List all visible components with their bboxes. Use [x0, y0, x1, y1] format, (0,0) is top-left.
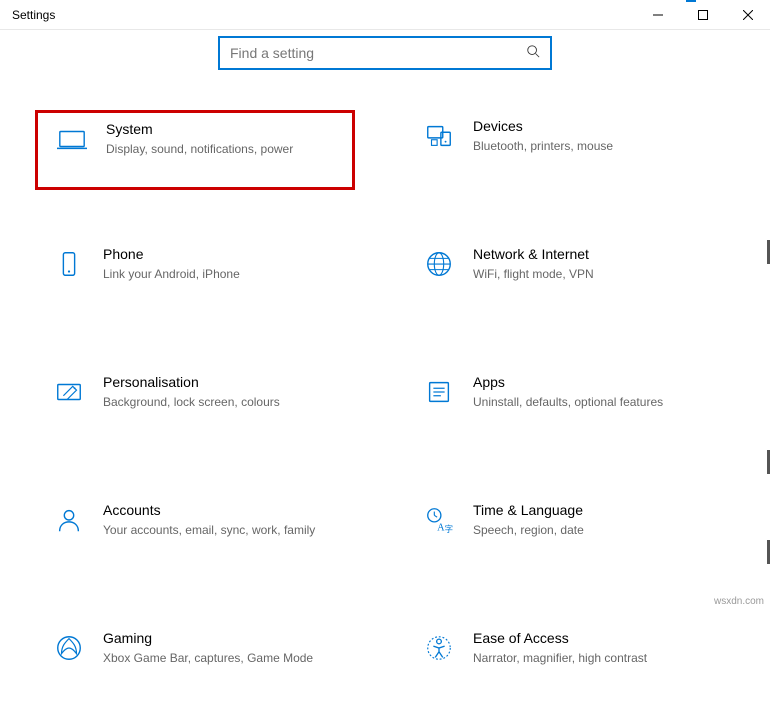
card-title: Phone — [103, 246, 345, 262]
card-desc: Background, lock screen, colours — [103, 394, 345, 411]
gaming-icon — [53, 632, 85, 664]
card-text: Gaming Xbox Game Bar, captures, Game Mod… — [103, 630, 345, 667]
card-text: Personalisation Background, lock screen,… — [103, 374, 345, 411]
card-phone[interactable]: Phone Link your Android, iPhone — [35, 238, 355, 318]
card-text: Phone Link your Android, iPhone — [103, 246, 345, 283]
accent-strip — [686, 0, 696, 2]
card-desc: Your accounts, email, sync, work, family — [103, 522, 345, 539]
globe-icon — [423, 248, 455, 280]
card-title: Time & Language — [473, 502, 715, 518]
search-container — [20, 36, 750, 70]
card-title: Network & Internet — [473, 246, 715, 262]
search-input[interactable] — [230, 45, 526, 61]
ease-of-access-icon — [423, 632, 455, 664]
maximize-icon — [698, 10, 708, 20]
card-gaming[interactable]: Gaming Xbox Game Bar, captures, Game Mod… — [35, 622, 355, 702]
card-title: Apps — [473, 374, 715, 390]
card-title: Devices — [473, 118, 715, 134]
card-desc: Xbox Game Bar, captures, Game Mode — [103, 650, 345, 667]
card-title: Gaming — [103, 630, 345, 646]
card-title: Accounts — [103, 502, 345, 518]
settings-grid: System Display, sound, notifications, po… — [35, 110, 735, 702]
card-title: System — [106, 121, 342, 137]
time-language-icon: A字 — [423, 504, 455, 536]
card-title: Ease of Access — [473, 630, 715, 646]
card-network[interactable]: Network & Internet WiFi, flight mode, VP… — [405, 238, 725, 318]
apps-icon — [423, 376, 455, 408]
card-text: Apps Uninstall, defaults, optional featu… — [473, 374, 715, 411]
search-box[interactable] — [218, 36, 552, 70]
accounts-icon — [53, 504, 85, 536]
card-ease-of-access[interactable]: Ease of Access Narrator, magnifier, high… — [405, 622, 725, 702]
maximize-button[interactable] — [680, 0, 725, 30]
card-desc: Narrator, magnifier, high contrast — [473, 650, 715, 667]
card-time-language[interactable]: A字 Time & Language Speech, region, date — [405, 494, 725, 574]
paintbrush-icon — [53, 376, 85, 408]
search-icon — [526, 44, 540, 63]
card-desc: Display, sound, notifications, power — [106, 141, 342, 158]
minimize-button[interactable] — [635, 0, 680, 30]
card-accounts[interactable]: Accounts Your accounts, email, sync, wor… — [35, 494, 355, 574]
content-area: System Display, sound, notifications, po… — [0, 36, 770, 702]
card-text: Ease of Access Narrator, magnifier, high… — [473, 630, 715, 667]
card-system[interactable]: System Display, sound, notifications, po… — [35, 110, 355, 190]
card-desc: Speech, region, date — [473, 522, 715, 539]
phone-icon — [53, 248, 85, 280]
devices-icon — [423, 120, 455, 152]
card-personalisation[interactable]: Personalisation Background, lock screen,… — [35, 366, 355, 446]
card-devices[interactable]: Devices Bluetooth, printers, mouse — [405, 110, 725, 190]
close-button[interactable] — [725, 0, 770, 30]
card-text: Accounts Your accounts, email, sync, wor… — [103, 502, 345, 539]
card-desc: Bluetooth, printers, mouse — [473, 138, 715, 155]
card-title: Personalisation — [103, 374, 345, 390]
window-controls — [635, 0, 770, 29]
minimize-icon — [653, 10, 663, 20]
watermark: wsxdn.com — [714, 596, 764, 607]
card-desc: Link your Android, iPhone — [103, 266, 345, 283]
card-apps[interactable]: Apps Uninstall, defaults, optional featu… — [405, 366, 725, 446]
close-icon — [743, 10, 753, 20]
card-text: System Display, sound, notifications, po… — [106, 121, 342, 158]
system-icon — [56, 123, 88, 155]
card-text: Time & Language Speech, region, date — [473, 502, 715, 539]
card-text: Devices Bluetooth, printers, mouse — [473, 118, 715, 155]
svg-text:字: 字 — [445, 524, 453, 534]
card-desc: WiFi, flight mode, VPN — [473, 266, 715, 283]
window-title: Settings — [0, 8, 635, 22]
card-desc: Uninstall, defaults, optional features — [473, 394, 715, 411]
titlebar: Settings — [0, 0, 770, 30]
card-text: Network & Internet WiFi, flight mode, VP… — [473, 246, 715, 283]
